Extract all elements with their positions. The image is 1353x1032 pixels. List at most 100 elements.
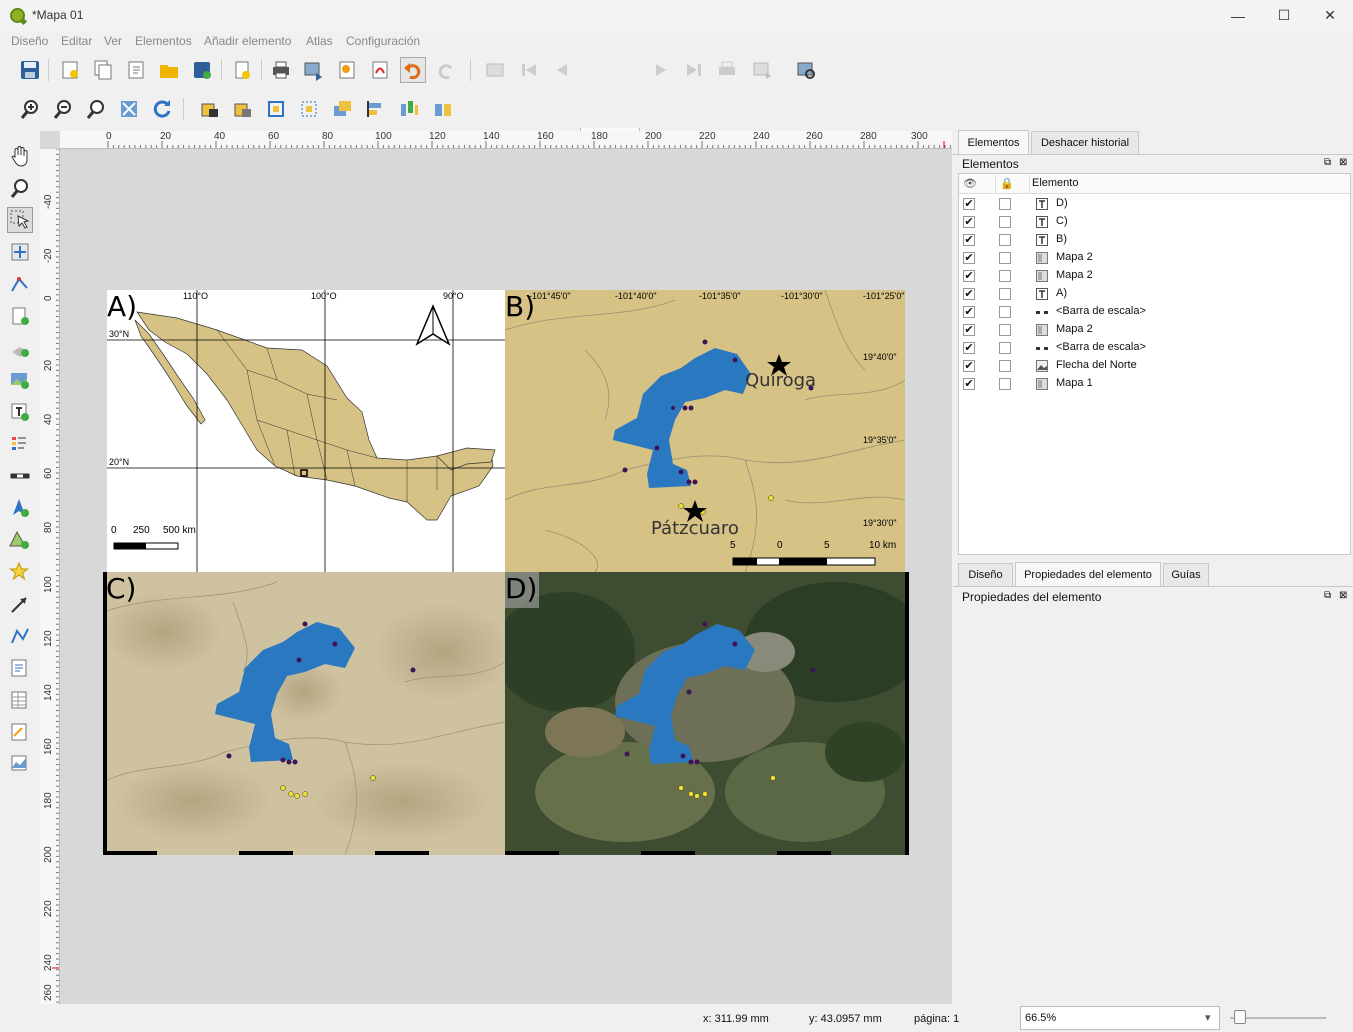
add-polyline-icon[interactable] bbox=[7, 623, 33, 649]
zoom-tool-icon[interactable] bbox=[7, 175, 33, 201]
add-fixed-table-icon[interactable] bbox=[7, 719, 33, 745]
select-tool-icon[interactable] bbox=[7, 207, 33, 233]
close-button[interactable]: ✕ bbox=[1307, 0, 1353, 31]
add-picture-icon[interactable] bbox=[7, 367, 33, 393]
report-settings-icon[interactable] bbox=[793, 57, 819, 83]
undo-icon[interactable] bbox=[400, 57, 426, 83]
lock-checkbox[interactable] bbox=[999, 342, 1011, 354]
export-pdf-icon[interactable] bbox=[367, 57, 393, 83]
visibility-checkbox[interactable]: ✔ bbox=[963, 198, 975, 210]
lock-checkbox[interactable] bbox=[999, 216, 1011, 228]
add-html-icon[interactable] bbox=[7, 655, 33, 681]
map-b-lake-patzcuaro[interactable]: B) -101°45'0" -101°40'0" -101°35'0" -101… bbox=[505, 290, 905, 572]
add-attribute-table-icon[interactable] bbox=[7, 687, 33, 713]
zoom-slider-handle[interactable] bbox=[1234, 1010, 1246, 1024]
item-row[interactable]: ✔ <Barra de escala> bbox=[959, 339, 1350, 357]
menu-elementos[interactable]: Elementos bbox=[135, 34, 192, 48]
item-row[interactable]: ✔ Mapa 2 bbox=[959, 321, 1350, 339]
tab-guias[interactable]: Guías bbox=[1163, 563, 1209, 587]
visibility-checkbox[interactable]: ✔ bbox=[963, 252, 975, 264]
save-icon[interactable] bbox=[17, 57, 43, 83]
distribute-items-icon[interactable] bbox=[396, 96, 422, 122]
zoom-out-icon[interactable] bbox=[50, 96, 76, 122]
add-legend-icon[interactable] bbox=[7, 431, 33, 457]
lock-checkbox[interactable] bbox=[999, 252, 1011, 264]
new-layout-icon[interactable] bbox=[57, 57, 83, 83]
pan-icon[interactable] bbox=[7, 143, 33, 169]
visibility-checkbox[interactable]: ✔ bbox=[963, 288, 975, 300]
print-icon[interactable] bbox=[268, 57, 294, 83]
refresh-icon[interactable] bbox=[149, 96, 175, 122]
lock-items-icon[interactable] bbox=[197, 96, 223, 122]
lock-checkbox[interactable] bbox=[999, 378, 1011, 390]
add-shape-icon[interactable] bbox=[7, 527, 33, 553]
first-feature-icon[interactable] bbox=[516, 57, 542, 83]
print-atlas-icon[interactable] bbox=[714, 57, 740, 83]
add-label-icon[interactable] bbox=[7, 399, 33, 425]
move-content-icon[interactable] bbox=[7, 239, 33, 265]
edit-nodes-icon[interactable] bbox=[7, 271, 33, 297]
unlock-items-icon[interactable] bbox=[230, 96, 256, 122]
group-items-icon[interactable] bbox=[263, 96, 289, 122]
tab-deshacer-historial[interactable]: Deshacer historial bbox=[1031, 131, 1139, 155]
item-row[interactable]: ✔ C) bbox=[959, 213, 1350, 231]
item-row[interactable]: ✔ <Barra de escala> bbox=[959, 303, 1350, 321]
map-c-hillshade[interactable]: C) bbox=[103, 572, 505, 855]
next-feature-icon[interactable] bbox=[648, 57, 674, 83]
chevron-down-icon[interactable]: ▾ bbox=[1205, 1011, 1211, 1024]
lock-checkbox[interactable] bbox=[999, 324, 1011, 336]
menu-diseno[interactable]: Diseño bbox=[11, 34, 48, 48]
export-atlas-icon[interactable] bbox=[749, 57, 775, 83]
export-image-icon[interactable] bbox=[301, 57, 327, 83]
last-feature-icon[interactable] bbox=[681, 57, 707, 83]
item-row[interactable]: ✔ Mapa 1 bbox=[959, 375, 1350, 393]
maximize-button[interactable]: ☐ bbox=[1261, 0, 1307, 31]
visibility-checkbox[interactable]: ✔ bbox=[963, 270, 975, 282]
add-3d-map-icon[interactable] bbox=[7, 335, 33, 361]
visibility-checkbox[interactable]: ✔ bbox=[963, 324, 975, 336]
visibility-checkbox[interactable]: ✔ bbox=[963, 378, 975, 390]
export-svg-icon[interactable] bbox=[334, 57, 360, 83]
item-row[interactable]: ✔ Mapa 2 bbox=[959, 249, 1350, 267]
lock-checkbox[interactable] bbox=[999, 306, 1011, 318]
lock-checkbox[interactable] bbox=[999, 234, 1011, 246]
lock-checkbox[interactable] bbox=[999, 288, 1011, 300]
align-items-icon[interactable] bbox=[362, 96, 388, 122]
float-panel-icon[interactable]: ⧉ bbox=[1324, 157, 1331, 168]
add-marker-icon[interactable] bbox=[7, 559, 33, 585]
add-arrow-icon[interactable] bbox=[7, 591, 33, 617]
lock-checkbox[interactable] bbox=[999, 270, 1011, 282]
visibility-checkbox[interactable]: ✔ bbox=[963, 306, 975, 318]
item-row[interactable]: ✔ B) bbox=[959, 231, 1350, 249]
menu-editar[interactable]: Editar bbox=[61, 34, 92, 48]
lock-checkbox[interactable] bbox=[999, 198, 1011, 210]
add-elevation-profile-icon[interactable] bbox=[7, 751, 33, 777]
menu-ver[interactable]: Ver bbox=[104, 34, 122, 48]
previous-feature-icon[interactable] bbox=[549, 57, 575, 83]
layout-manager-icon[interactable] bbox=[123, 57, 149, 83]
duplicate-layout-icon[interactable] bbox=[90, 57, 116, 83]
resize-items-icon[interactable] bbox=[430, 96, 456, 122]
item-row[interactable]: ✔ Flecha del Norte bbox=[959, 357, 1350, 375]
atlas-settings-icon[interactable] bbox=[482, 57, 508, 83]
item-row[interactable]: ✔ D) bbox=[959, 195, 1350, 213]
close-panel-icon[interactable]: ⊠ bbox=[1339, 157, 1347, 168]
menu-configuracion[interactable]: Configuración bbox=[346, 34, 420, 48]
lock-checkbox[interactable] bbox=[999, 360, 1011, 372]
add-scalebar-icon[interactable] bbox=[7, 463, 33, 489]
zoom-full-icon[interactable] bbox=[116, 96, 142, 122]
map-a-mexico-overview[interactable]: A) 110°O 100°O 90°O 30°N 20°N 0 250 500 … bbox=[107, 290, 505, 572]
zoom-actual-icon[interactable] bbox=[83, 96, 109, 122]
menu-atlas[interactable]: Atlas bbox=[306, 34, 333, 48]
redo-icon[interactable] bbox=[433, 57, 459, 83]
zoom-in-icon[interactable] bbox=[17, 96, 43, 122]
visibility-checkbox[interactable]: ✔ bbox=[963, 342, 975, 354]
open-template-icon[interactable] bbox=[156, 57, 182, 83]
zoom-combobox[interactable]: 66.5% ▾ bbox=[1020, 1006, 1220, 1030]
add-page-tool-icon[interactable] bbox=[7, 303, 33, 329]
item-row[interactable]: ✔ A) bbox=[959, 285, 1350, 303]
add-page-icon[interactable] bbox=[229, 57, 255, 83]
visibility-checkbox[interactable]: ✔ bbox=[963, 360, 975, 372]
item-row[interactable]: ✔ Mapa 2 bbox=[959, 267, 1350, 285]
visibility-checkbox[interactable]: ✔ bbox=[963, 234, 975, 246]
